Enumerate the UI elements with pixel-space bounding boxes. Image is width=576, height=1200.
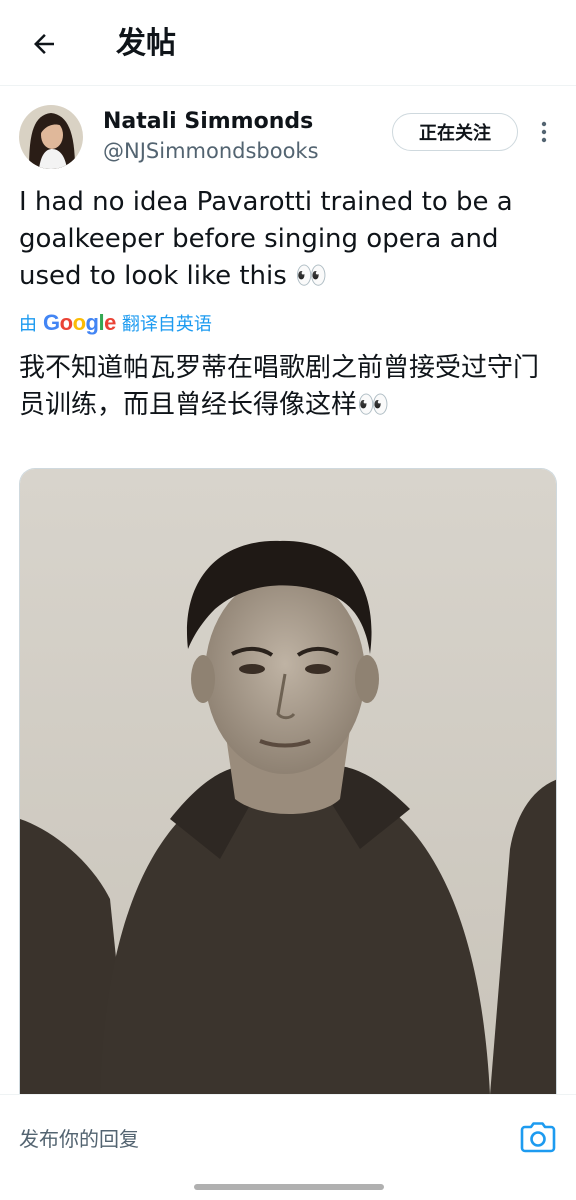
author-name[interactable]: Natali Simmonds (103, 108, 313, 136)
translation-attribution[interactable]: 由 Google 翻译自英语 (19, 308, 212, 338)
camera-icon (520, 1122, 556, 1153)
author-handle[interactable]: @NJSimmondsbooks (103, 137, 319, 165)
google-logo: Google (43, 310, 116, 335)
reply-bar: 发布你的回复 (0, 1094, 576, 1200)
post-text: I had no idea Pavarotti trained to be a … (19, 187, 513, 291)
following-button[interactable]: 正在关注 (392, 113, 518, 151)
more-options-button[interactable] (532, 116, 556, 148)
reply-input[interactable]: 发布你的回复 (19, 1123, 139, 1152)
post-image[interactable] (19, 468, 557, 1094)
translation-prefix: 由 (19, 314, 37, 335)
back-button[interactable] (24, 24, 64, 64)
arrow-left-icon (34, 34, 54, 54)
camera-button[interactable] (520, 1121, 556, 1153)
top-bar: 发帖 (0, 0, 576, 86)
home-indicator (194, 1184, 384, 1190)
page-title: 发帖 (116, 26, 176, 61)
avatar[interactable] (19, 105, 83, 169)
more-vertical-icon (541, 121, 547, 143)
translated-text: 我不知道帕瓦罗蒂在唱歌剧之前曾接受过守门员训练，而且曾经长得像这样👀 (19, 353, 540, 420)
translation-suffix: 翻译自英语 (121, 314, 212, 335)
